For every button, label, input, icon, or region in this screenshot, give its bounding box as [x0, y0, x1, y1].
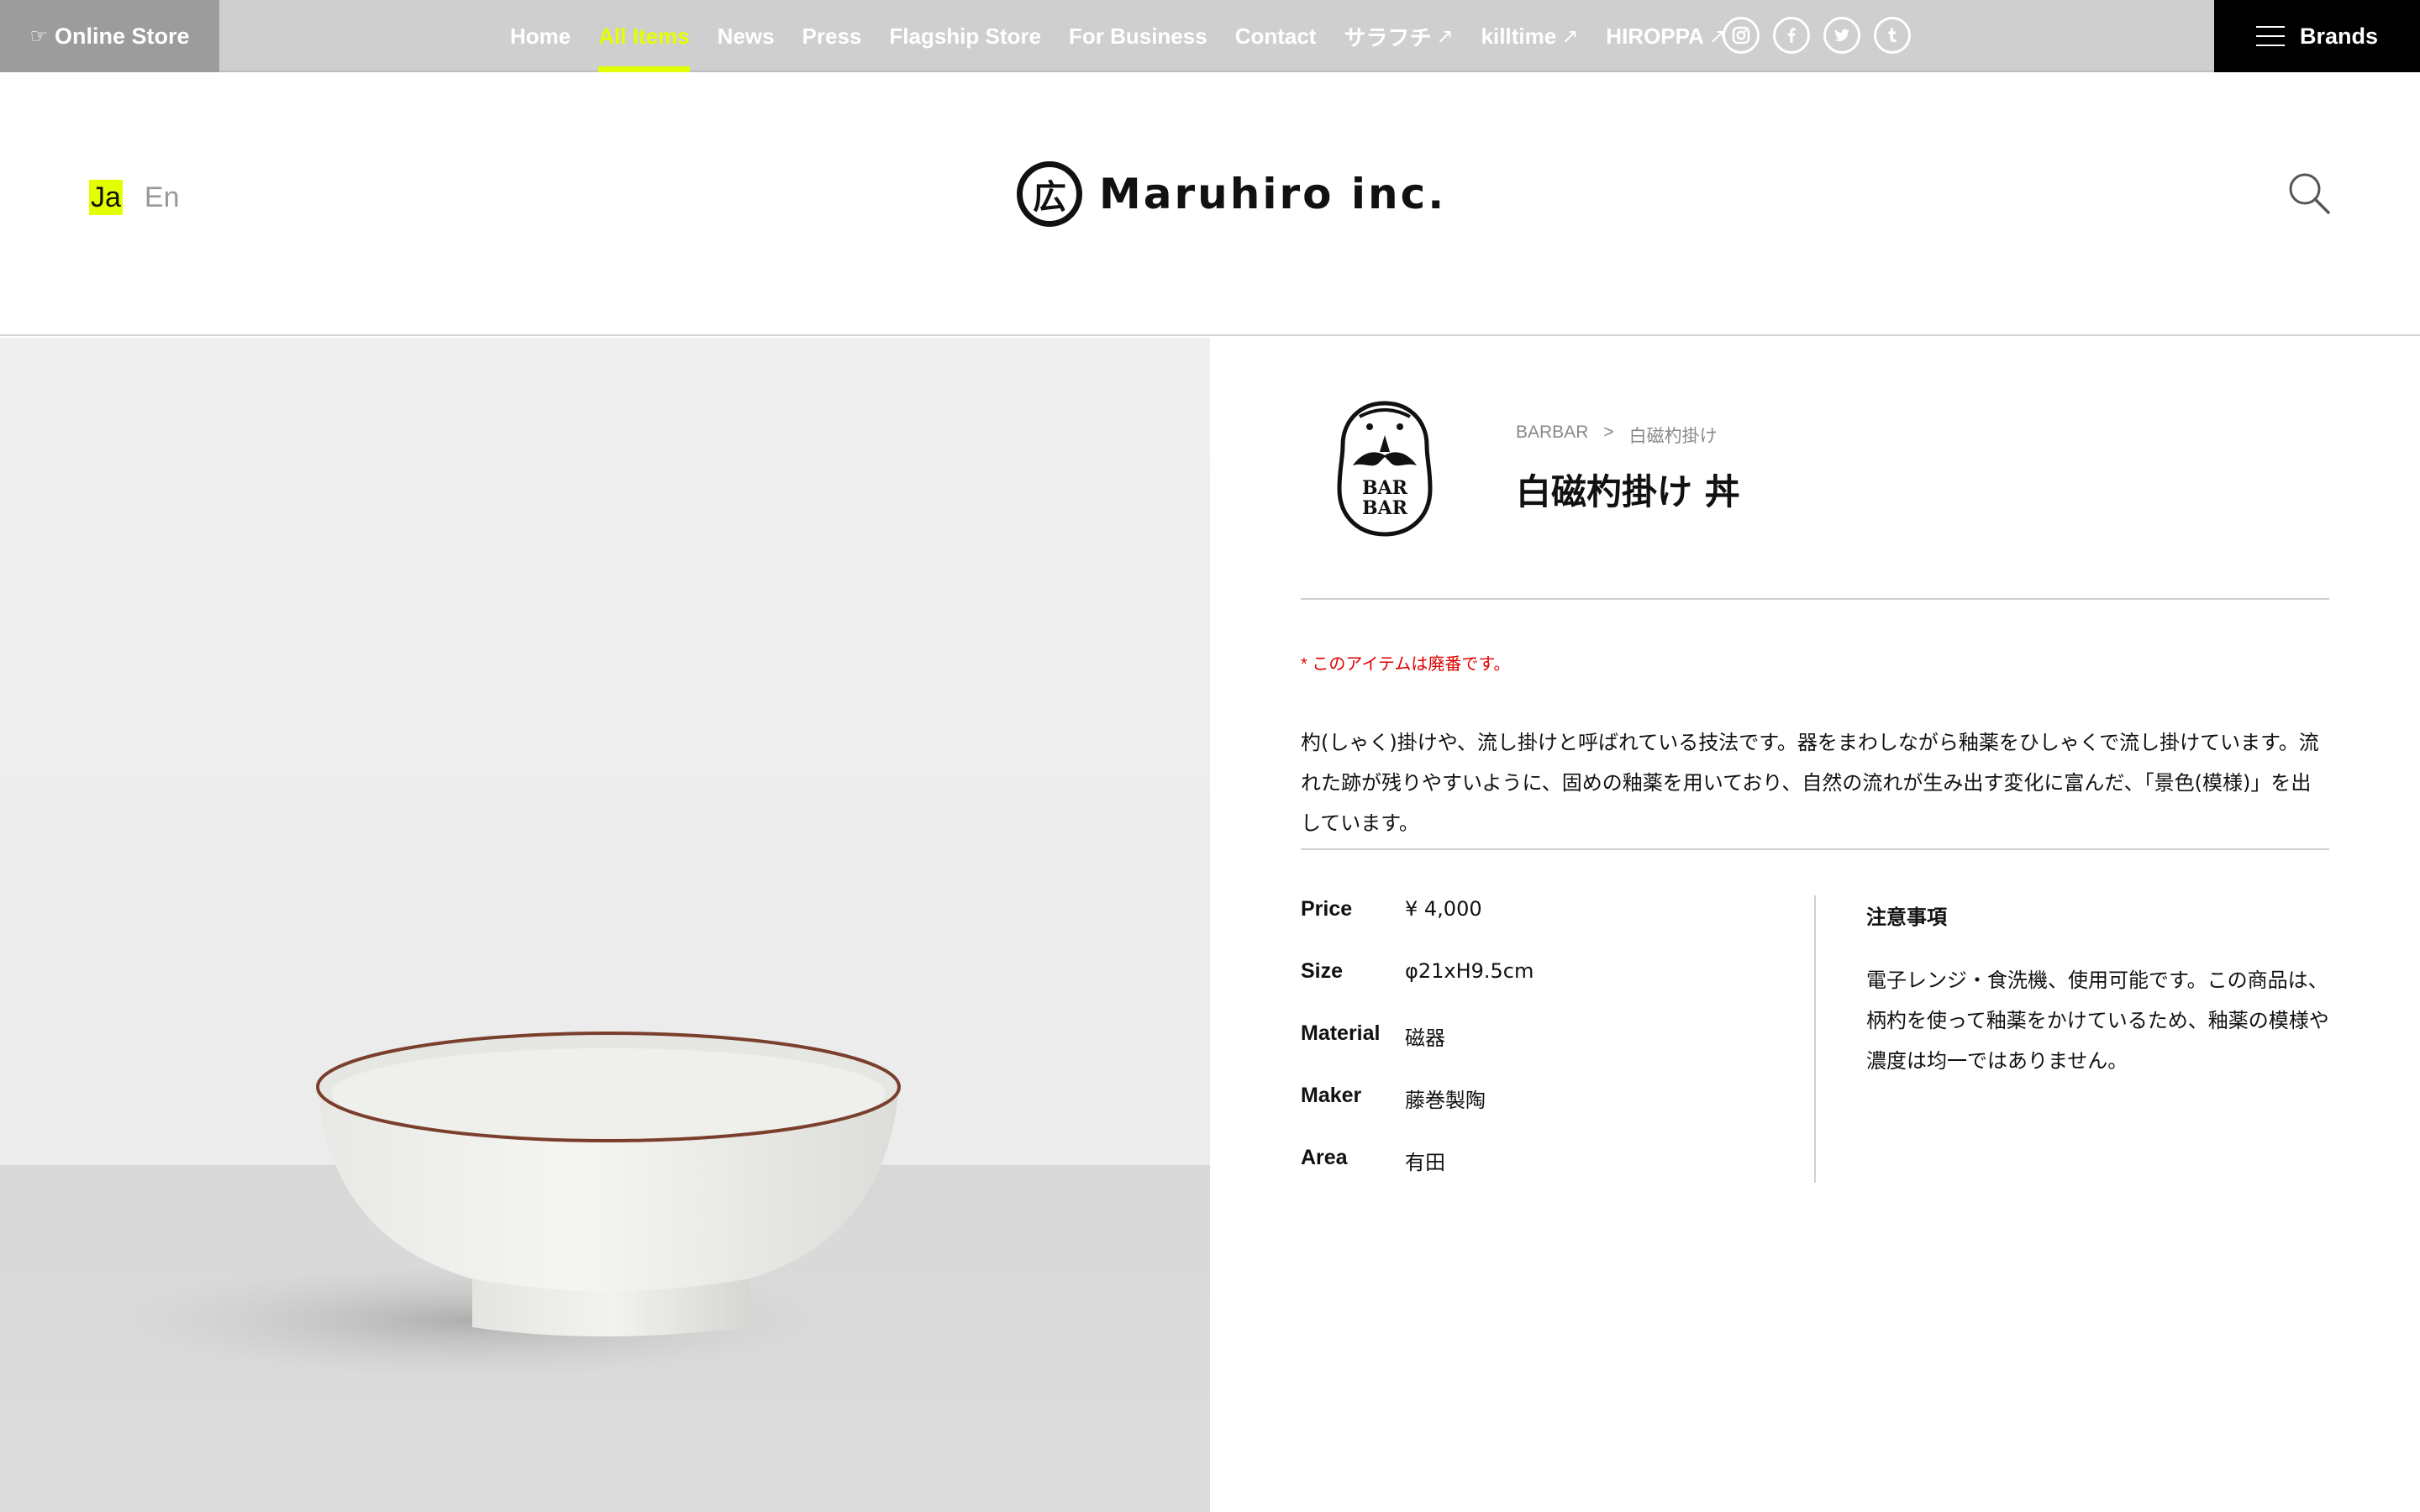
hamburger-icon [2255, 26, 2285, 46]
nav-item-hiroppa[interactable]: HIROPPA ↗ [1606, 0, 1726, 72]
logo-text: Maruhiro inc. [1099, 170, 1447, 218]
social-links [1723, 17, 1911, 54]
notes-text: 電子レンジ・食洗機、使用可能です。この商品は、柄杓を使って釉薬をかけているため、… [1866, 969, 2329, 1073]
spec-value: 有田 [1405, 1151, 1445, 1174]
spec-row-area: Area 有田 [1301, 1146, 1771, 1208]
spec-value: 藤巻製陶 [1405, 1089, 1486, 1112]
nav-item-press[interactable]: Press [802, 0, 862, 72]
nav-item-sarafuchi[interactable]: サラフチ ↗ [1344, 0, 1453, 72]
language-switcher: Ja En [89, 180, 180, 215]
notes-section: 注意事項 電子レンジ・食洗機、使用可能です。この商品は、柄杓を使って釉薬をかけて… [1866, 900, 2337, 1081]
spec-value: ¥ 4,000 [1405, 897, 1482, 921]
lang-ja-link[interactable]: Ja [89, 180, 123, 215]
notes-title: 注意事項 [1866, 906, 1947, 929]
spec-table: Price ¥ 4,000 Size φ21xH9.5cm Material 磁… [1301, 897, 1771, 1208]
nav-item-home[interactable]: Home [510, 0, 571, 72]
facebook-icon[interactable] [1773, 17, 1810, 54]
external-link-icon: ↗ [1561, 24, 1579, 48]
spec-label: Size [1301, 959, 1344, 983]
spec-label: Material [1301, 1021, 1381, 1045]
spec-label: Price [1301, 897, 1353, 921]
spec-row-price: Price ¥ 4,000 [1301, 897, 1771, 959]
brands-menu-button[interactable]: Brands [2214, 0, 2420, 72]
nav-item-killtime[interactable]: killtime ↗ [1481, 0, 1579, 72]
spec-label: Maker [1301, 1084, 1362, 1107]
instagram-icon[interactable] [1723, 17, 1760, 54]
spec-row-size: Size φ21xH9.5cm [1301, 959, 1771, 1021]
brands-label: Brands [2299, 23, 2379, 49]
site-header: Ja En 広 Maruhiro inc. [0, 74, 2420, 336]
discontinued-notice: * このアイテムは廃番です。 [1301, 655, 1511, 674]
spec-value: 磁器 [1405, 1026, 1445, 1050]
barbar-brand-logo[interactable]: BAR BAR [1336, 398, 1434, 539]
spec-row-maker: Maker 藤巻製陶 [1301, 1084, 1771, 1146]
spec-row-material: Material 磁器 [1301, 1021, 1771, 1084]
external-link-icon: ↗ [1436, 24, 1454, 48]
online-store-label: Online Store [54, 23, 190, 49]
online-store-link[interactable]: ☞ Online Store [0, 0, 219, 72]
spec-value: φ21xH9.5cm [1405, 959, 1534, 983]
nav-item-for-business[interactable]: For Business [1069, 0, 1207, 72]
brand-logo-text-2: BAR [1362, 497, 1408, 519]
site-logo[interactable]: 広 Maruhiro inc. [1017, 161, 1446, 227]
nav-item-flagship-store[interactable]: Flagship Store [889, 0, 1041, 72]
product-title: 白磁杓掛け 丼 [1516, 471, 1740, 512]
breadcrumb-separator: > [1603, 423, 1614, 442]
twitter-icon[interactable] [1823, 17, 1860, 54]
nav-item-contact[interactable]: Contact [1235, 0, 1317, 72]
breadcrumb: BARBAR > 白磁杓掛け [1516, 423, 1718, 448]
spec-label: Area [1301, 1146, 1348, 1169]
divider [1301, 598, 2329, 600]
nav-item-news[interactable]: News [718, 0, 775, 72]
vertical-divider [1814, 895, 1816, 1183]
product-image [0, 338, 1210, 1512]
top-navigation-bar: ☞ Online Store Home All Items News Press… [0, 0, 2420, 72]
breadcrumb-brand[interactable]: BARBAR [1516, 423, 1588, 448]
tumblr-icon[interactable] [1874, 17, 1911, 54]
product-description: 杓(しゃく)掛けや、流し掛けと呼ばれている技法です。器をまわしながら釉薬をひしゃ… [1301, 731, 2319, 835]
main-nav: Home All Items News Press Flagship Store… [510, 0, 1754, 72]
lang-en-link[interactable]: En [145, 180, 180, 215]
brand-logo-text-1: BAR [1362, 477, 1408, 499]
nav-item-all-items[interactable]: All Items [598, 0, 691, 72]
breadcrumb-series[interactable]: 白磁杓掛け [1629, 423, 1718, 448]
pointing-hand-icon: ☞ [29, 24, 48, 48]
search-icon[interactable] [2287, 171, 2331, 215]
divider [1301, 848, 2329, 850]
maruhiro-logo-mark: 広 [1017, 161, 1082, 227]
